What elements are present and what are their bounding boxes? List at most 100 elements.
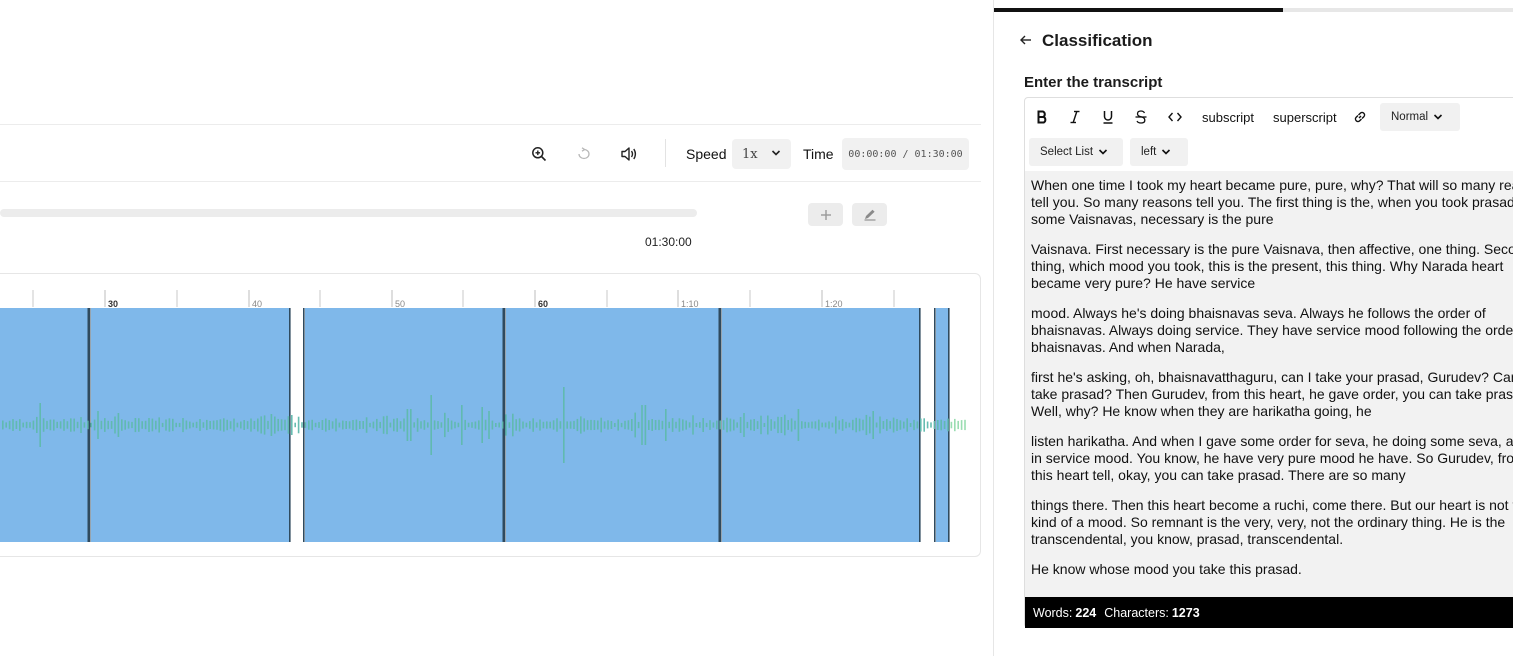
waveform-bar [185,420,188,430]
waveform-bar [127,421,130,429]
waveform-bar [151,418,154,432]
speed-select[interactable]: 1x [732,139,791,169]
waveform-bar [32,420,35,430]
waveform-bar [355,419,358,431]
waveform-bar [597,420,599,430]
waveform-bar [471,422,473,428]
waveform-bar [525,422,528,428]
waveform-bar [192,422,194,428]
waveform-bar [624,420,626,430]
italic-icon [1070,110,1080,124]
italic-button[interactable] [1067,106,1083,128]
back-arrow-icon[interactable] [1018,32,1034,48]
superscript-button[interactable]: superscript [1273,106,1337,128]
transcript-text-area[interactable]: When one time I took my heart became pur… [1025,171,1513,597]
ruler-label: 50 [395,299,405,309]
waveform-bar [464,419,466,430]
align-select[interactable]: left [1130,138,1188,166]
waveform-bar [70,418,72,432]
waveform-bar [614,423,616,427]
waveform-bar [325,418,327,432]
waveform-bar [841,419,844,431]
link-button[interactable] [1351,106,1369,128]
waveform-bar [461,405,463,445]
waveform-bar [124,420,126,430]
waveform-bar [80,417,82,433]
waveform-bar [396,418,398,432]
time-display: 00:00:00 / 01:30:00 [842,138,969,170]
waveform-bar [937,420,939,430]
waveform-bar [756,421,759,429]
waveform-bar [960,420,963,430]
waveform-bar [138,418,140,432]
player-toolbar: Speed 1x Time 00:00:00 / 01:30:00 [0,124,981,182]
waveform-bar [107,420,109,430]
waveform-bar [25,421,28,429]
subscript-button[interactable]: subscript [1202,106,1254,128]
waveform-bar [804,421,806,429]
waveform-bar [240,421,242,429]
waveform-bar [206,419,208,431]
waveform-bar [158,417,160,433]
list-select[interactable]: Select List [1029,138,1123,166]
waveform-bar [161,422,164,428]
toolbar-divider [665,139,666,167]
waveform-bar [348,421,351,429]
volume-icon[interactable] [619,144,639,164]
waveform-bar [773,421,776,429]
edit-segment-button[interactable] [852,203,887,226]
add-segment-button[interactable] [808,203,843,226]
waveform-bar [607,420,609,430]
ruler-label: 60 [538,299,548,309]
waveform-bar [892,417,895,433]
waveform-bar [253,420,256,430]
waveform-bar [321,420,324,430]
heading-select[interactable]: Normal [1380,103,1460,131]
chevron-down-icon [1098,149,1108,155]
playback-progress-bar[interactable] [0,209,697,217]
waveform-bar [586,420,589,430]
waveform-bar [828,421,830,429]
waveform-bar [73,418,75,432]
waveform-bar [22,422,24,428]
waveform-bar [675,421,677,429]
underline-button[interactable] [1100,106,1116,128]
waveform-bar [634,412,636,438]
waveform-bar [117,413,120,437]
waveform-bar [556,418,558,432]
waveform-bar [342,420,344,430]
waveform-bar [590,419,592,431]
waveform-bar [750,419,752,431]
waveform-bar [263,415,266,435]
waveform-bar [226,419,228,431]
waveform-bar [716,420,718,430]
waveform-bar [484,419,487,431]
waveform-bar [875,422,878,428]
waveform-bar [719,420,721,430]
waveform-bar [212,420,215,430]
waveform-bar [474,421,477,429]
waveform-bar [93,419,96,431]
waveform-bar [688,422,691,428]
waveform-bar [580,416,582,434]
code-button[interactable] [1166,106,1184,128]
loop-icon[interactable] [574,144,594,164]
strikethrough-button[interactable] [1133,106,1149,128]
waveform-bar [257,418,259,432]
waveform-bar [654,420,657,430]
pencil-icon [864,209,875,221]
waveform-bar [695,423,698,428]
bold-button[interactable] [1034,106,1050,128]
waveform-bar [811,421,813,429]
waveform-bar [552,420,555,430]
waveform-bar [284,419,286,431]
waveform-bar [780,417,783,433]
waveform-bar [352,420,354,431]
waveform-bar [403,418,405,432]
waveform-bar [76,421,79,429]
words-count: 224 [1075,605,1097,620]
waveform[interactable]: 30 40 50 60 1:10 1:20 [0,274,981,557]
waveform-bar [121,419,123,431]
waveform-bar [478,420,480,430]
zoom-in-icon[interactable] [529,144,549,164]
